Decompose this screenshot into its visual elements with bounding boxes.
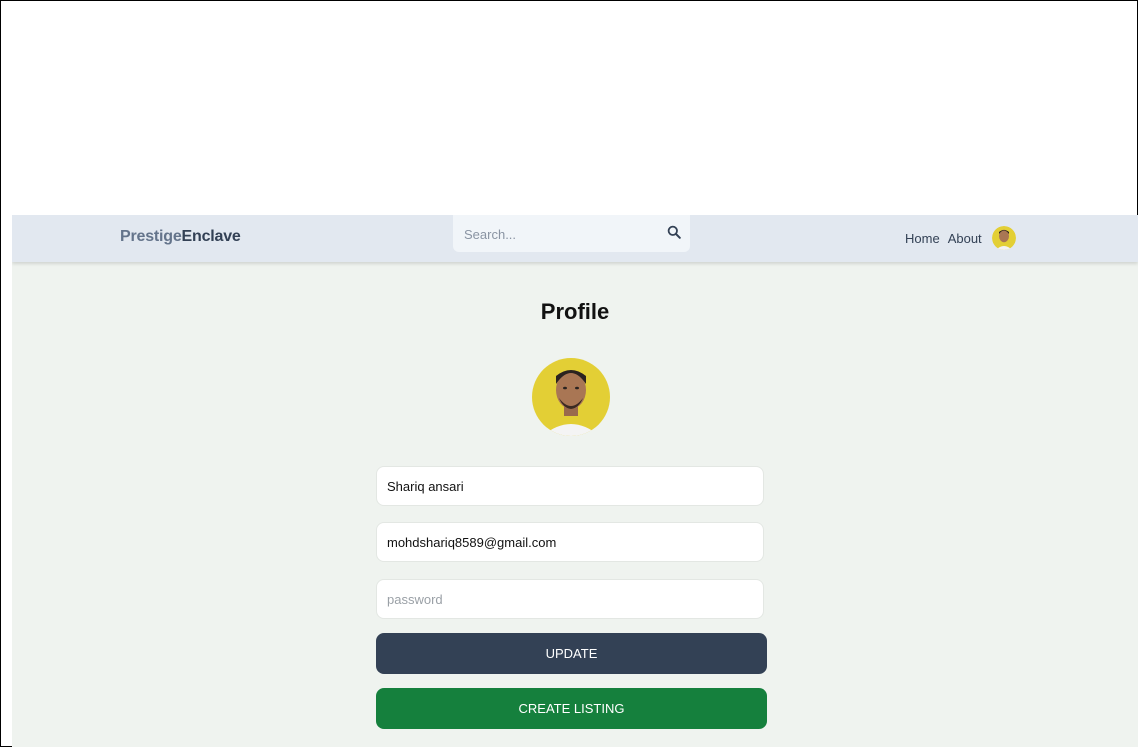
search-input[interactable] xyxy=(462,224,656,244)
create-listing-button[interactable]: CREATE LISTING xyxy=(376,688,767,729)
brand-part-2: Enclave xyxy=(181,228,241,245)
profile-avatar[interactable] xyxy=(532,358,610,436)
username-field[interactable] xyxy=(376,466,764,506)
nav-avatar-icon[interactable] xyxy=(991,226,1016,250)
brand-logo[interactable]: PrestigeEnclave xyxy=(120,228,241,246)
update-button[interactable]: UPDATE xyxy=(376,633,767,674)
brand-part-1: Prestige xyxy=(120,228,182,245)
header-navbar: PrestigeEnclave Home About xyxy=(12,215,1138,262)
search-form xyxy=(453,215,690,252)
nav-home-link[interactable]: Home xyxy=(905,231,940,246)
search-icon[interactable] xyxy=(667,225,681,239)
page-title: Profile xyxy=(540,299,610,324)
nav-links: Home About xyxy=(905,223,1016,253)
app-page: PrestigeEnclave Home About Prof xyxy=(12,215,1138,747)
email-field[interactable] xyxy=(376,522,764,562)
password-field[interactable] xyxy=(376,579,764,619)
nav-about-link[interactable]: About xyxy=(948,231,982,246)
